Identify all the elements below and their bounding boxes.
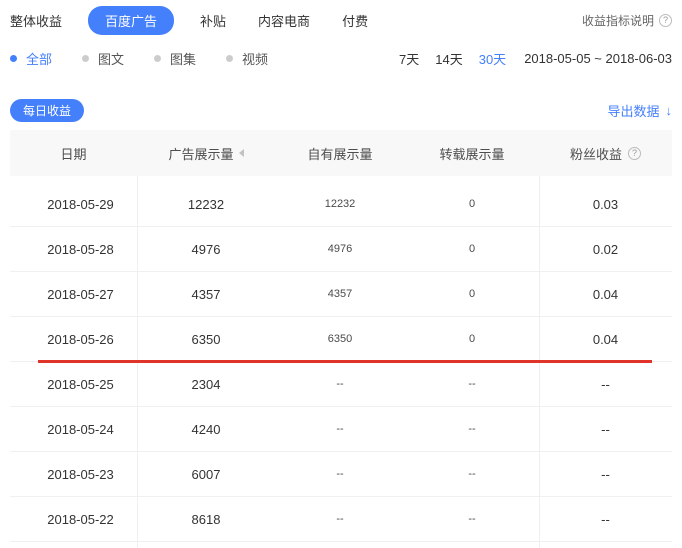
table-cell-repost-views: -- [405,513,539,525]
radio-dot-icon [82,55,89,62]
table-row: 2018-05-252304------ [10,362,672,407]
table-cell-own-views: 12232 [275,198,405,210]
section-row: 每日收益 导出数据 ↓ [10,98,672,122]
table-cell-fan-income: 0.03 [539,197,672,212]
radio-dot-icon [154,55,161,62]
table-cell-date: 2018-05-22 [10,512,137,527]
range-14days[interactable]: 14天 [435,49,462,68]
table-row: 2018-05-29122321223200.03 [10,182,672,227]
content-type-article[interactable]: 图文 [82,49,124,68]
table-cell-ad-views: 4357 [137,287,275,302]
content-type-video-label: 视频 [242,49,268,68]
table-cell-repost-views: -- [405,468,539,480]
table-cell-ad-views: 6350 [137,332,275,347]
table-cell-date: 2018-05-27 [10,287,137,302]
header-own-views: 自有展示量 [275,144,405,163]
table-cell-own-views: 4976 [275,243,405,255]
tab-content-commerce[interactable]: 内容电商 [258,11,310,30]
export-data-label: 导出数据 [607,101,659,120]
table-cell-date: 2018-05-25 [10,377,137,392]
radio-dot-icon [226,55,233,62]
table-cell-repost-views: 0 [405,198,539,210]
table-cell-date: 2018-05-28 [10,242,137,257]
table-cell-repost-views: 0 [405,243,539,255]
header-ad-views[interactable]: 广告展示量 [137,144,275,163]
table-cell-repost-views: -- [405,423,539,435]
table-cell-ad-views: 2304 [137,377,275,392]
filter-row: 全部 图文 图集 视频 7天 14天 30天 2018-05-05 ~ 2018… [10,44,672,72]
table-cell-repost-views: 0 [405,333,539,345]
range-7days[interactable]: 7天 [399,49,419,68]
table-cell-ad-views: 4976 [137,242,275,257]
table-cell-date: 2018-05-26 [10,332,137,347]
table-cell-fan-income: 0.04 [539,287,672,302]
range-30days[interactable]: 30天 [479,49,506,68]
daily-income-button[interactable]: 每日收益 [10,99,84,122]
table-header: 日期 广告展示量 自有展示量 转载展示量 粉丝收益 ? [10,130,672,176]
table-cell-own-views: -- [275,468,405,480]
table-cell-ad-views: 12232 [137,197,275,212]
fan-income-help-icon[interactable]: ? [628,147,641,160]
header-fan-income: 粉丝收益 ? [539,144,672,163]
download-arrow-icon: ↓ [666,103,673,118]
header-repost-views: 转载展示量 [405,144,539,163]
tab-subsidy[interactable]: 补贴 [200,11,226,30]
table-cell-ad-views: 8618 [137,512,275,527]
tab-overall-income[interactable]: 整体收益 [10,11,62,30]
table-cell-date: 2018-05-29 [10,197,137,212]
table-row: 2018-05-274357435700.04 [10,272,672,317]
header-ad-views-label: 广告展示量 [168,144,233,163]
question-circle-icon: ? [659,14,672,27]
table-row: 2018-05-228618------ [10,497,672,542]
table-body: 2018-05-29122321223200.032018-05-2849764… [10,182,672,542]
table-cell-date: 2018-05-24 [10,422,137,437]
table-cell-own-views: 4357 [275,288,405,300]
table-cell-fan-income: -- [539,467,672,482]
table-row: 2018-05-284976497600.02 [10,227,672,272]
table-cell-fan-income: -- [539,512,672,527]
radio-dot-icon [10,55,17,62]
date-range-display[interactable]: 2018-05-05 ~ 2018-06-03 [524,51,672,66]
tab-baidu-ads[interactable]: 百度广告 [88,6,174,35]
table-row: 2018-05-266350635000.04 [10,317,672,362]
income-metrics-help-label: 收益指标说明 [582,12,654,29]
table-row: 2018-05-236007------ [10,452,672,497]
table-cell-ad-views: 4240 [137,422,275,437]
content-type-gallery[interactable]: 图集 [154,49,196,68]
export-data-link[interactable]: 导出数据 ↓ [607,101,672,120]
content-type-video[interactable]: 视频 [226,49,268,68]
table-cell-fan-income: 0.02 [539,242,672,257]
top-nav: 整体收益 百度广告 补贴 内容电商 付费 收益指标说明 ? [10,0,672,40]
income-metrics-help-link[interactable]: 收益指标说明 ? [582,12,672,29]
content-type-article-label: 图文 [98,49,124,68]
header-date: 日期 [10,144,137,163]
table-cell-own-views: -- [275,513,405,525]
table-cell-fan-income: -- [539,422,672,437]
sort-caret-icon [239,149,244,157]
daily-income-table: 日期 广告展示量 自有展示量 转载展示量 粉丝收益 ? 2018-05-2912… [10,130,672,542]
table-cell-repost-views: 0 [405,288,539,300]
table-cell-fan-income: -- [539,377,672,392]
table-cell-repost-views: -- [405,378,539,390]
table-row: 2018-05-244240------ [10,407,672,452]
revenue-dashboard: 整体收益 百度广告 补贴 内容电商 付费 收益指标说明 ? 全部 图文 图集 视… [0,0,682,542]
table-cell-own-views: -- [275,378,405,390]
content-type-gallery-label: 图集 [170,49,196,68]
content-type-all-label: 全部 [26,49,52,68]
highlight-underline [38,360,652,363]
header-fan-income-label: 粉丝收益 [570,144,622,163]
content-type-all[interactable]: 全部 [10,49,52,68]
table-cell-fan-income: 0.04 [539,332,672,347]
table-cell-own-views: -- [275,423,405,435]
table-cell-date: 2018-05-23 [10,467,137,482]
table-cell-own-views: 6350 [275,333,405,345]
tab-paid[interactable]: 付费 [342,11,368,30]
table-cell-ad-views: 6007 [137,467,275,482]
